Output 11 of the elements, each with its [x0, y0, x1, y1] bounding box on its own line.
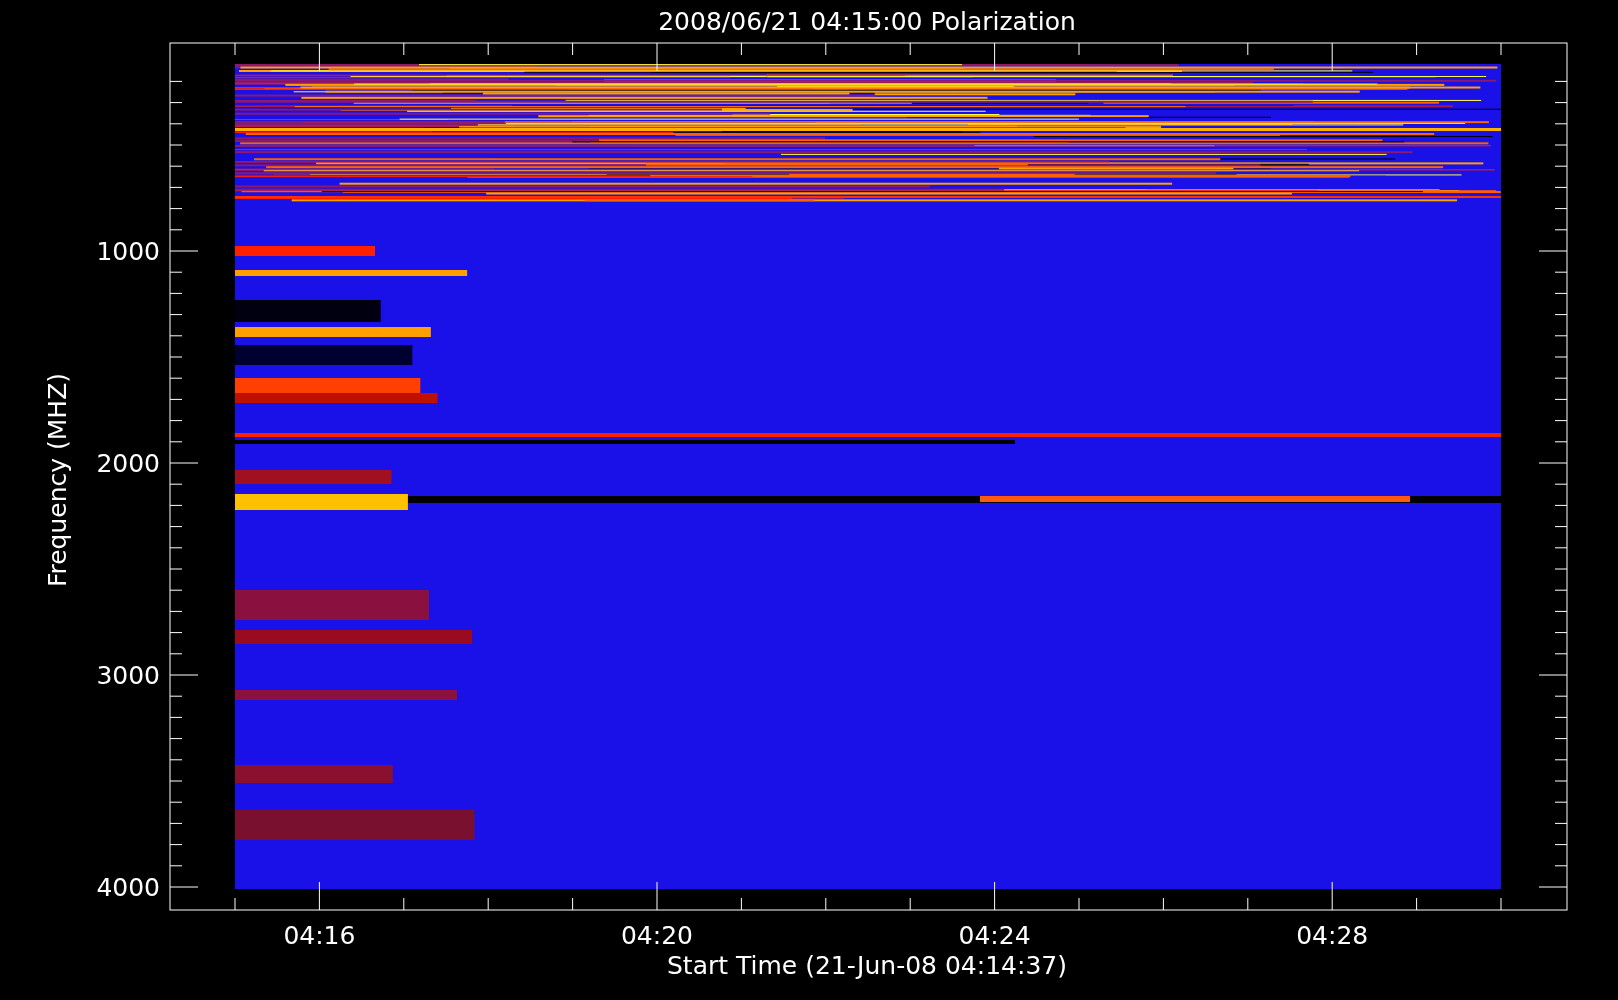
- x-tick-label: 04:16: [283, 921, 356, 950]
- y-tick-label: 1000: [96, 237, 160, 266]
- y-axis-label: Frequency (MHZ): [43, 372, 72, 588]
- plot-title: 2008/06/21 04:15:00 Polarization: [658, 7, 1076, 36]
- x-axis-label: Start Time (21-Jun-08 04:14:37): [667, 951, 1067, 980]
- y-tick-label: 3000: [96, 661, 160, 690]
- y-tick-label: 4000: [96, 873, 160, 902]
- y-tick-label: 2000: [96, 449, 160, 478]
- x-tick-label: 04:20: [621, 921, 693, 950]
- x-tick-label: 04:28: [1296, 921, 1369, 950]
- x-tick-label: 04:24: [958, 921, 1031, 950]
